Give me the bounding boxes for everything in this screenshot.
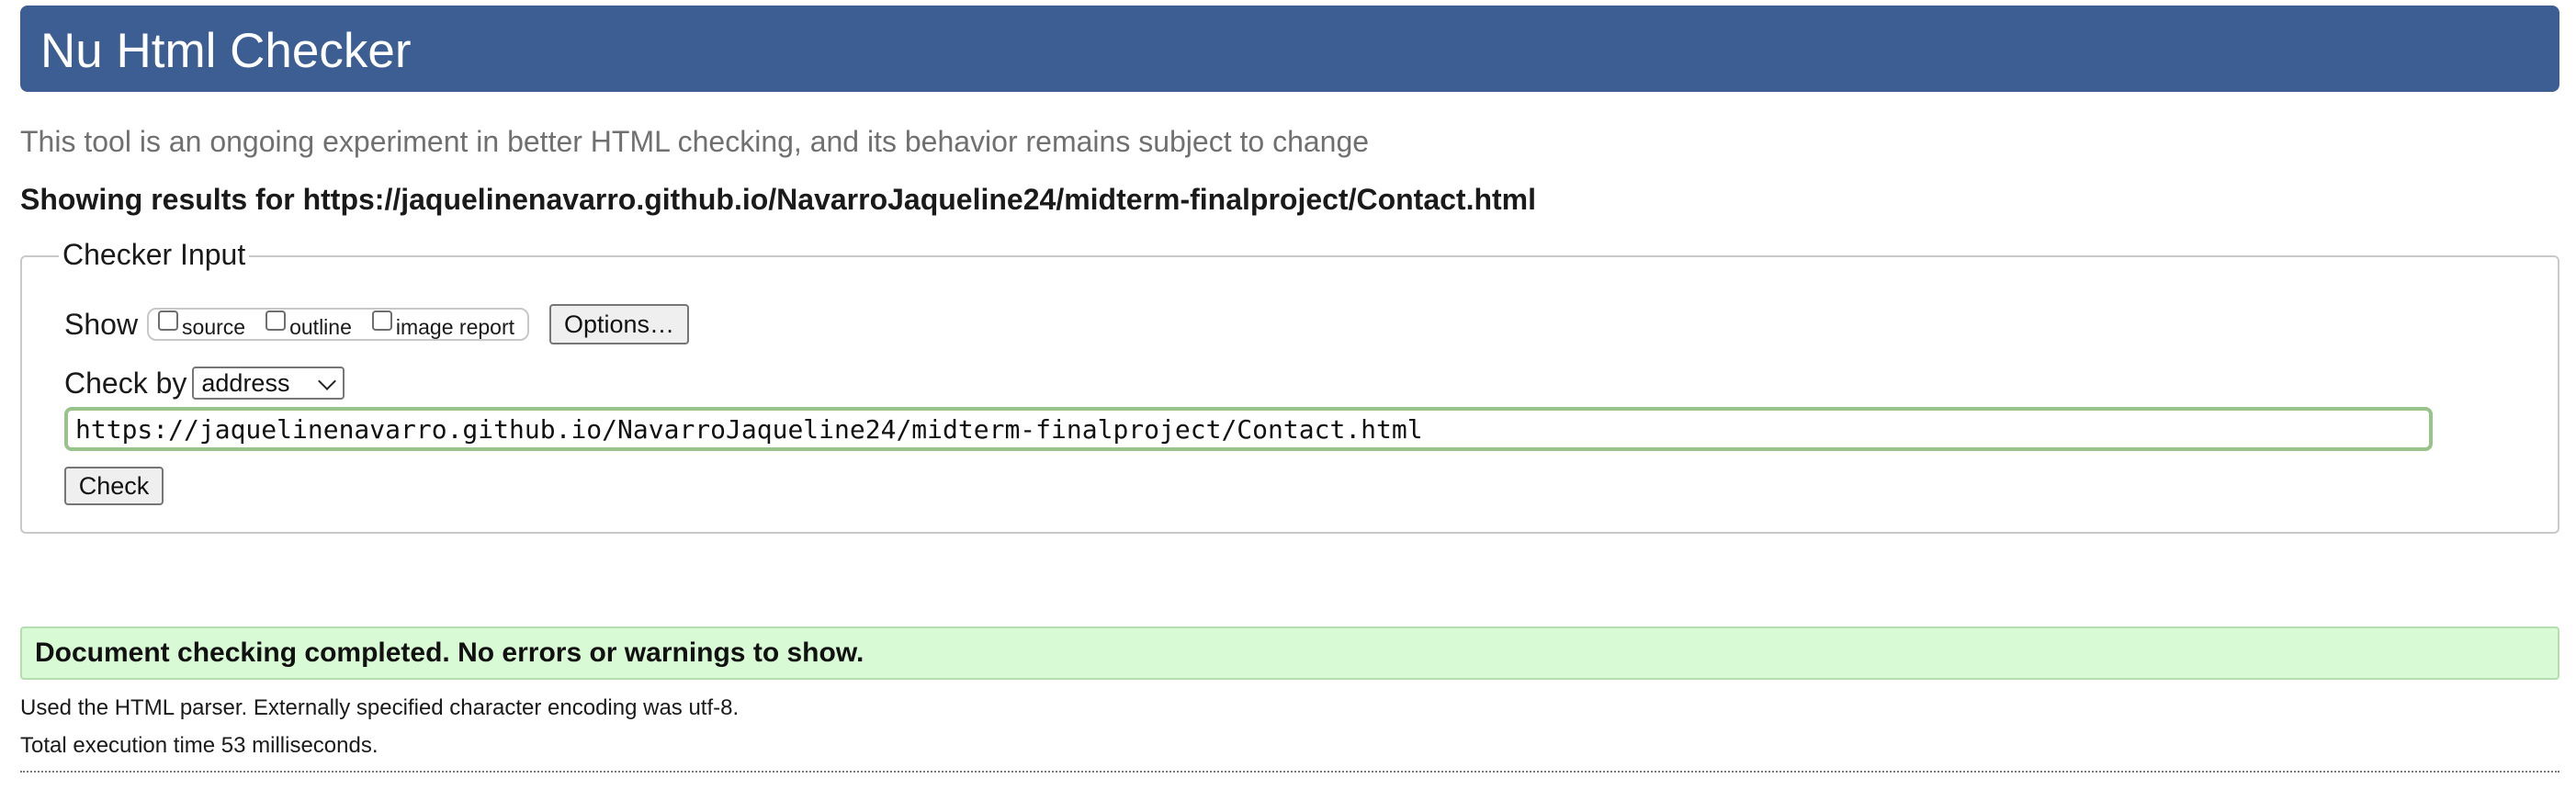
options-button[interactable]: Options… <box>549 304 689 344</box>
show-label: Show <box>64 307 139 341</box>
show-options-row: Show source outline image report Options… <box>64 302 689 346</box>
parser-details: Used the HTML parser. Externally specifi… <box>20 695 740 720</box>
image-report-checkbox[interactable] <box>371 310 392 331</box>
check-by-selected-value[interactable]: address <box>201 369 289 398</box>
check-by-select[interactable]: address <box>192 367 345 400</box>
outline-checkbox[interactable] <box>266 310 287 331</box>
source-checkbox-label[interactable]: source <box>182 315 245 340</box>
show-outline-option[interactable]: outline <box>266 310 352 340</box>
page: Nu Html Checker This tool is an ongoing … <box>0 0 2576 790</box>
show-image-report-option[interactable]: image report <box>371 310 514 340</box>
checker-input-fieldset: Checker Input Show source outline image … <box>20 236 2559 534</box>
source-checkbox[interactable] <box>158 310 179 331</box>
execution-time: Total execution time 53 milliseconds. <box>20 733 378 758</box>
results-heading: Showing results for https://jaquelinenav… <box>20 183 1537 216</box>
check-by-label: Check by <box>64 366 187 400</box>
checker-input-legend: Checker Input <box>59 236 250 273</box>
success-message: Document checking completed. No errors o… <box>20 626 2559 680</box>
image-report-checkbox-label[interactable]: image report <box>396 315 514 340</box>
outline-checkbox-label[interactable]: outline <box>289 315 352 340</box>
page-title: Nu Html Checker <box>40 24 412 78</box>
show-options-group: source outline image report <box>147 308 529 341</box>
chevron-down-icon[interactable] <box>318 372 337 390</box>
check-by-row: Check by address <box>64 364 345 402</box>
tool-disclaimer: This tool is an ongoing experiment in be… <box>20 125 1370 158</box>
url-input[interactable]: https://jaquelinenavarro.github.io/Navar… <box>64 407 2433 451</box>
show-source-option[interactable]: source <box>158 310 245 340</box>
header-bar: Nu Html Checker <box>20 6 2559 92</box>
check-button[interactable]: Check <box>64 467 164 505</box>
dotted-divider <box>20 771 2559 773</box>
